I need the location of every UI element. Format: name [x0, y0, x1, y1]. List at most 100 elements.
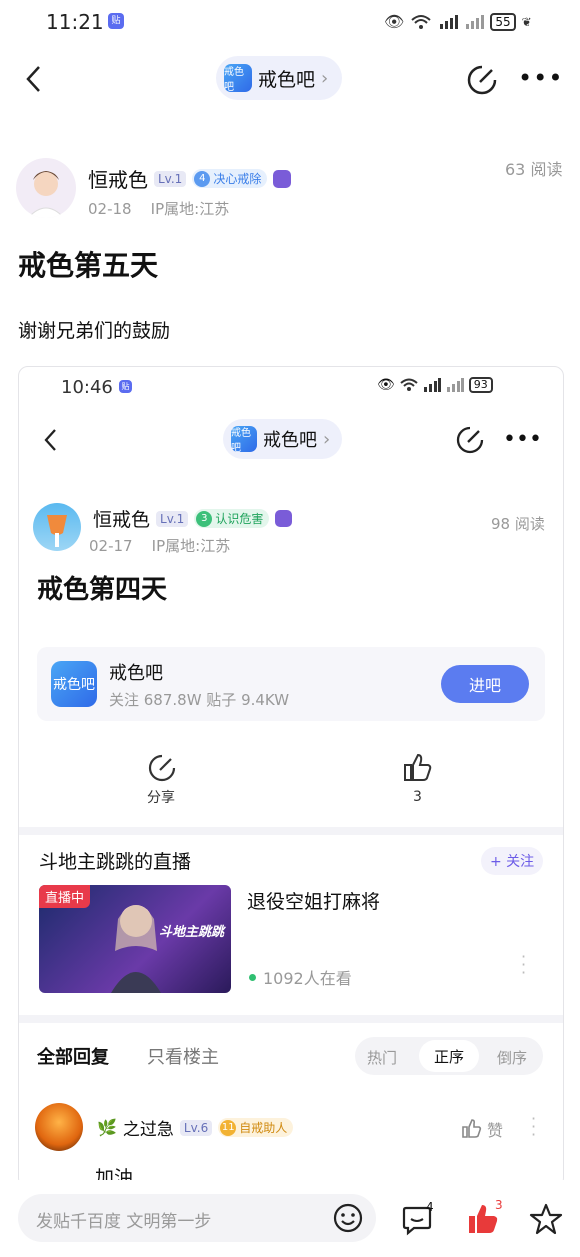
inner-more-icon: •••	[503, 427, 542, 452]
more-icon[interactable]: •••	[518, 64, 563, 92]
like-count: 3	[495, 1198, 503, 1212]
inner-chevron-icon: ›	[323, 428, 331, 450]
inner-signal2-icon	[446, 378, 464, 392]
inner-eye-icon: 👁	[377, 377, 395, 393]
inner-badge-text: 认识危害	[215, 512, 264, 526]
reply-badge-number: 11	[220, 1119, 237, 1136]
inner-signal-icon	[423, 378, 441, 392]
inner-post-meta: 02-17 IP属地:江苏	[89, 535, 230, 556]
inner-forum-badge: 3 认识危害	[194, 509, 270, 528]
forum-card-logo: 戒色吧	[51, 661, 97, 707]
post-body: 谢谢兄弟们的鼓励	[18, 320, 171, 342]
inner-status-time: 10:46	[61, 377, 113, 398]
live-channel-name: 斗地主跳跳的直播	[39, 851, 192, 873]
post-meta: 02-18 IP属地:江苏	[88, 198, 229, 219]
inner-compose-icon	[456, 426, 484, 454]
inner-status-icons: 👁 93	[377, 377, 493, 393]
chevron-right-icon: ›	[321, 67, 329, 89]
live-thumbnail: 直播中 斗地主跳跳	[39, 885, 231, 993]
inner-author-row: 恒戒色 Lv.1 3 认识危害	[93, 505, 293, 532]
forum-badge: 4 决心戒除	[192, 169, 268, 188]
back-arrow-icon[interactable]	[24, 64, 44, 94]
reply-input[interactable]: 发贴千百度 文明第一步	[18, 1194, 376, 1242]
inner-forum-pill: 戒色吧 戒色吧 ›	[223, 419, 343, 459]
badge-number: 4	[194, 170, 211, 187]
divider	[19, 827, 563, 835]
charging-icon: ❦	[521, 14, 532, 29]
reply-author-row: 🌿 之过急 Lv.6 11 自戒助人	[97, 1115, 294, 1140]
post-date: 02-18	[88, 200, 132, 218]
member-icon	[273, 169, 292, 188]
signal-icon	[466, 14, 485, 29]
nav-bar: 戒色吧 戒色吧 › •••	[0, 44, 580, 114]
tieba-notification-icon: 贴	[108, 13, 124, 29]
reply-user: 之过急	[122, 1120, 174, 1140]
avatar[interactable]	[16, 158, 76, 218]
reply-more-icon: · · ·	[531, 1109, 537, 1144]
inner-post-date: 02-17	[89, 537, 133, 555]
reply-avatar	[35, 1103, 83, 1151]
author-name[interactable]: 恒戒色	[88, 164, 148, 193]
reply-level: Lv.6	[179, 1119, 213, 1136]
follow-button: + 关注	[481, 847, 544, 875]
tab-all-replies: 全部回复	[37, 1047, 109, 1068]
inner-wifi-icon	[400, 378, 418, 391]
inner-back-arrow-icon	[44, 429, 56, 451]
live-title: 退役空姐打麻将	[247, 891, 381, 913]
comment-count: 4	[426, 1200, 434, 1214]
star-icon[interactable]	[528, 1202, 564, 1236]
emoji-icon[interactable]	[332, 1202, 364, 1234]
inner-view-count: 98 阅读	[491, 515, 545, 533]
sort-hot: 热门	[367, 1049, 398, 1067]
signal-4g-icon	[440, 14, 459, 29]
inner-share-icon	[148, 754, 176, 782]
live-viewers: 1092人在看	[263, 969, 352, 988]
divider	[19, 1015, 563, 1023]
inner-share-label: 分享	[147, 790, 175, 806]
inner-member-icon	[275, 510, 293, 527]
tab-op-only: 只看楼主	[147, 1047, 219, 1068]
bottom-bar: 发贴千百度 文明第一步 4 3	[0, 1180, 580, 1257]
inner-ip: IP属地:江苏	[151, 537, 231, 555]
forum-card-name: 戒色吧	[109, 663, 163, 684]
inner-level-badge: Lv.1	[156, 510, 189, 527]
inner-author-name: 恒戒色	[93, 509, 151, 531]
compose-icon[interactable]	[466, 64, 498, 96]
inner-tieba-icon: 贴	[119, 380, 132, 393]
live-badge: 直播中	[39, 885, 91, 908]
forum-card: 戒色吧 戒色吧 关注 687.8W 贴子 9.4KW 进吧	[37, 647, 545, 721]
level-badge: Lv.1	[154, 170, 187, 187]
battery-indicator: 55	[490, 12, 516, 31]
forum-card-stats: 关注 687.8W 贴子 9.4KW	[109, 691, 290, 709]
reply-badge: 11 自戒助人	[218, 1118, 294, 1137]
inner-like-count: 3	[413, 789, 422, 805]
thumbnail-text: 斗地主跳跳	[159, 925, 225, 940]
status-icons: 👁 55 ❦	[384, 12, 532, 31]
reply-like-label: 赞	[487, 1121, 504, 1140]
reply-like-icon	[462, 1119, 482, 1138]
wifi-icon	[411, 14, 431, 29]
sort-toggle: 热门 正序 倒序	[355, 1037, 543, 1075]
inner-forum-logo: 戒色吧	[231, 426, 257, 454]
forum-logo: 戒色吧	[224, 64, 252, 93]
embedded-screenshot[interactable]: 10:46 贴 👁 93 戒色吧 戒色吧 › ••• 恒戒色 Lv.1 3 认识…	[18, 366, 564, 1188]
post-title: 戒色第五天	[18, 249, 159, 282]
forum-pill-button[interactable]: 戒色吧 戒色吧 ›	[216, 56, 343, 100]
streamer-figure	[111, 905, 161, 993]
author-row: 恒戒色 Lv.1 4 决心戒除	[88, 164, 292, 193]
reply-input-placeholder: 发贴千百度 文明第一步	[36, 1212, 212, 1232]
eye-icon: 👁	[384, 12, 405, 31]
reply-badge-text: 自戒助人	[239, 1121, 288, 1135]
status-bar: 11:21 贴 👁 55 ❦	[0, 0, 580, 44]
badge-text: 决心戒除	[213, 172, 262, 186]
status-time: 11:21	[46, 10, 104, 34]
sort-asc: 正序	[419, 1040, 479, 1072]
inner-avatar	[33, 503, 81, 551]
inner-post-title: 戒色第四天	[37, 575, 168, 605]
inner-forum-name: 戒色吧	[263, 430, 317, 451]
inner-like-icon	[404, 753, 432, 781]
join-forum-button: 进吧	[441, 665, 529, 703]
ip-location: IP属地:江苏	[150, 200, 230, 218]
live-dot-icon	[249, 974, 256, 981]
inner-badge-number: 3	[196, 510, 213, 527]
